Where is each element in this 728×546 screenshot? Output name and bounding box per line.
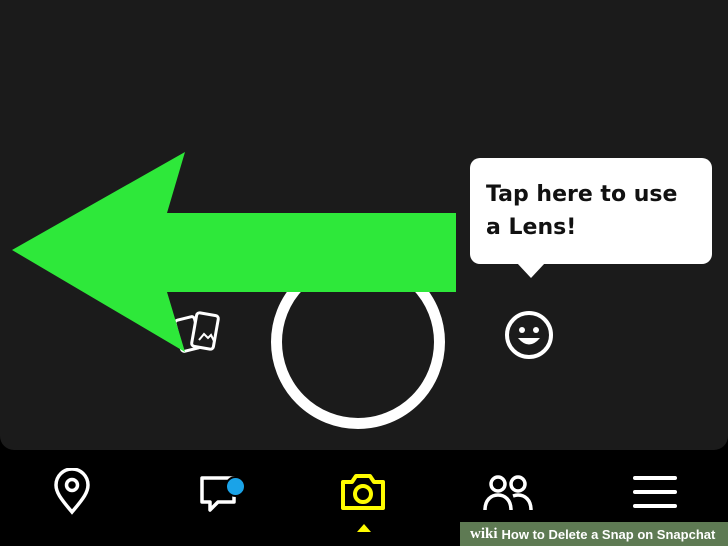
memories-button[interactable] [172, 308, 228, 358]
nav-map[interactable] [42, 468, 102, 524]
capture-button[interactable] [271, 255, 445, 429]
wikihow-watermark: wiki How to Delete a Snap on Snapchat [460, 522, 728, 546]
nav-friends[interactable] [478, 468, 538, 524]
nav-camera[interactable] [333, 468, 393, 524]
smiley-icon [505, 311, 553, 359]
lens-tooltip: Tap here to use a Lens! [470, 158, 712, 278]
tooltip-text: Tap here to use a Lens! [486, 182, 678, 240]
camera-icon [341, 474, 385, 510]
watermark-brand: wiki [470, 525, 498, 542]
lens-button[interactable] [499, 305, 559, 365]
friends-icon [483, 475, 533, 511]
hamburger-icon [633, 476, 677, 508]
nav-chat[interactable] [188, 468, 248, 524]
chat-notification-badge [225, 476, 246, 497]
watermark-text: How to Delete a Snap on Snapchat [501, 526, 716, 542]
memories-icon [173, 311, 220, 353]
active-tab-indicator [357, 524, 371, 532]
nav-menu[interactable] [625, 468, 685, 524]
map-pin-icon [54, 468, 90, 515]
